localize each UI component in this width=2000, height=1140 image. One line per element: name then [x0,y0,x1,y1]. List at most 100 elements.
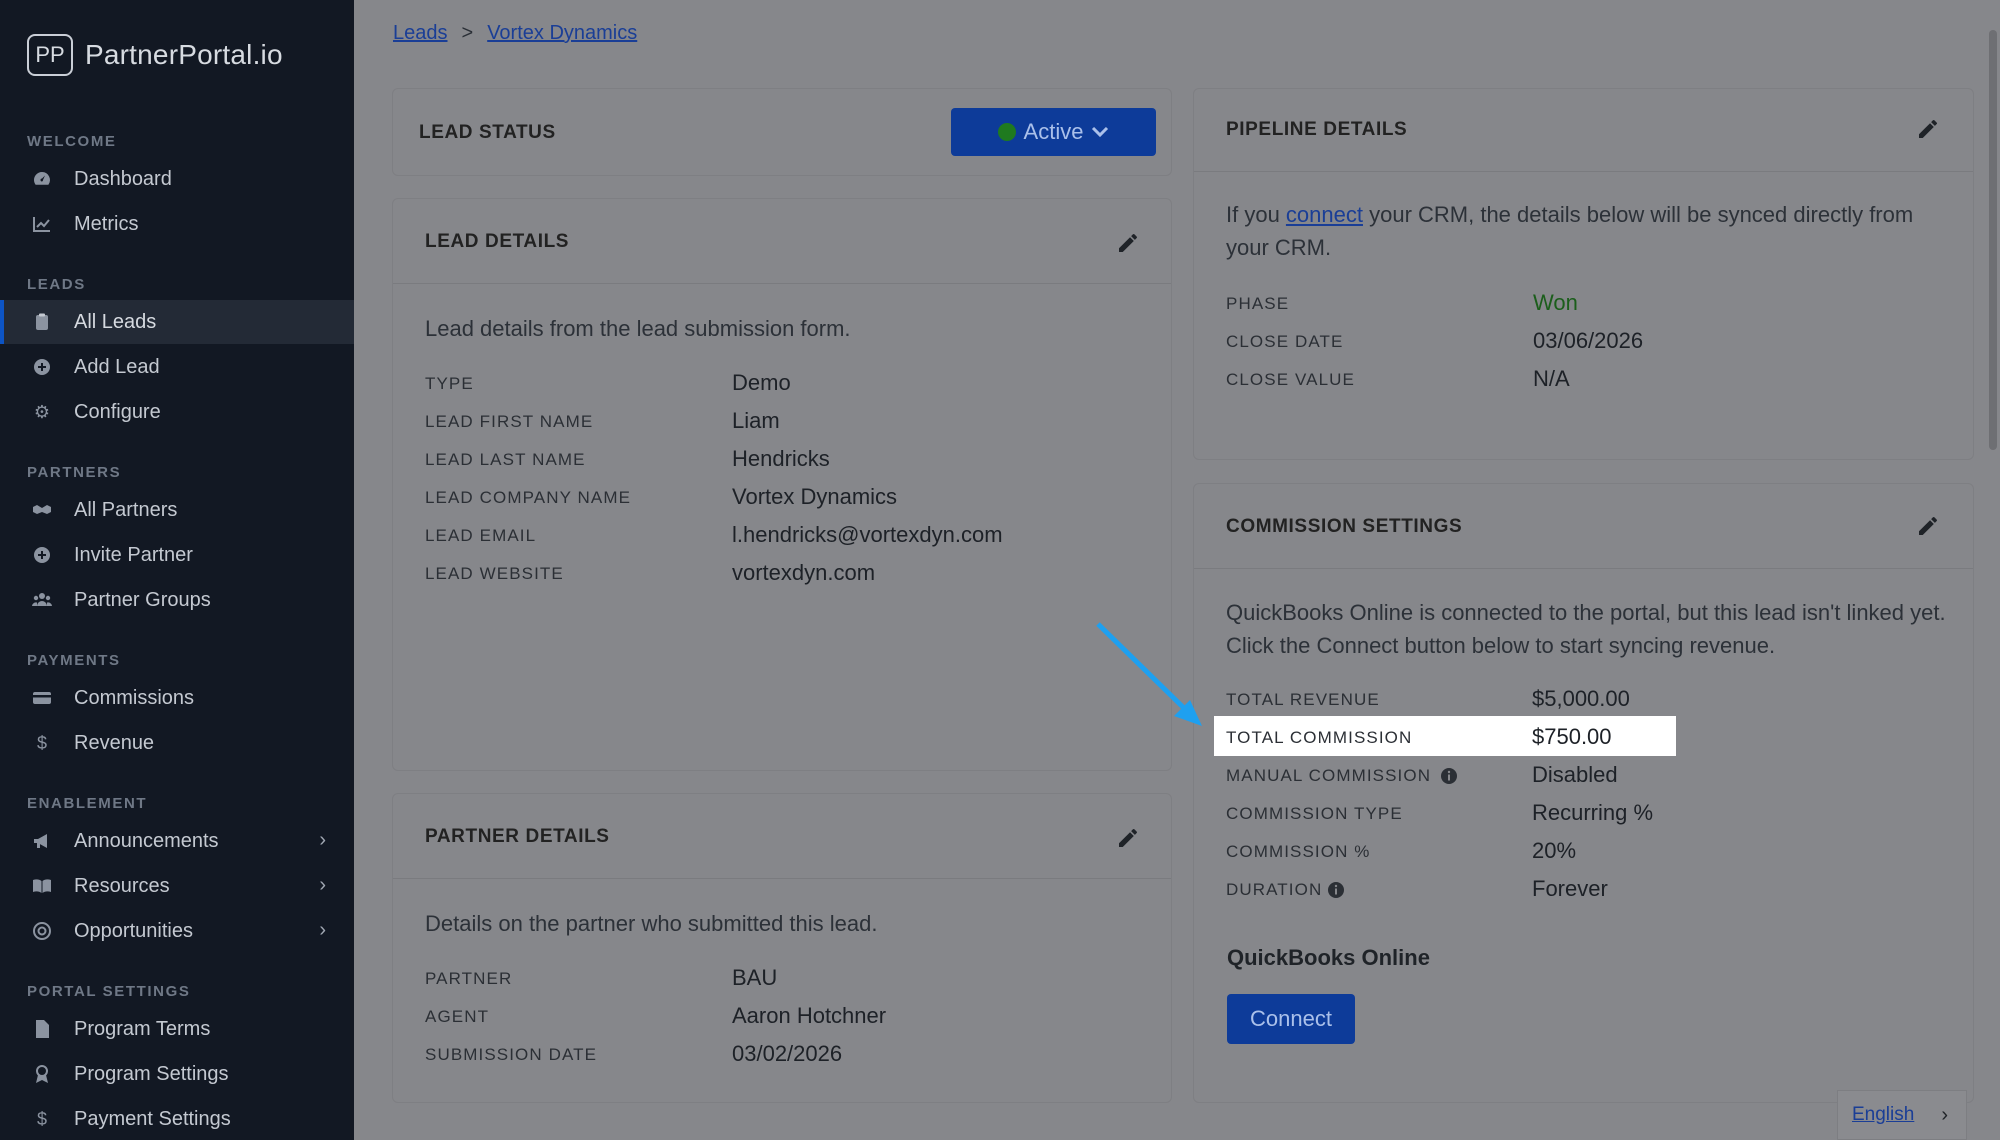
field-value: N/A [1533,366,1570,391]
sidebar-item-configure[interactable]: ⚙ Configure [0,390,354,434]
field-label: DURATION [1226,880,1323,899]
sidebar-item-label: Commissions [74,686,195,709]
target-icon [29,920,55,942]
field-value: 03/06/2026 [1533,328,1644,353]
brand-logo[interactable]: PP PartnerPortal.io [27,34,283,76]
connect-button[interactable]: Connect [1227,994,1355,1044]
sidebar-item-label: Metrics [74,212,139,235]
phase-value: Won [1533,290,1578,315]
field-value: Forever [1532,876,1608,901]
pipeline-details-card: PIPELINE DETAILS If you connect your CRM… [1193,88,1974,460]
language-selector[interactable]: English › [1837,1090,1967,1140]
field-value: Vortex Dynamics [732,484,898,509]
sidebar-item-all-partners[interactable]: All Partners [0,488,354,532]
edit-pencil-icon[interactable] [1116,826,1142,852]
info-icon[interactable] [1327,881,1345,904]
sidebar-item-label: Opportunities [74,919,193,942]
quickbooks-title: QuickBooks Online [1227,945,1430,970]
sidebar-item-resources[interactable]: Resources › [0,864,354,908]
commission-settings-title: COMMISSION SETTINGS [1226,516,1463,537]
partner-details-title: PARTNER DETAILS [425,826,610,847]
section-payments: PAYMENTS [27,652,121,669]
section-leads: LEADS [27,276,86,293]
dollar-icon: $ [36,732,47,753]
lead-status-dropdown[interactable]: Active [951,108,1156,156]
sidebar-item-label: Announcements [74,829,219,852]
sidebar-item-label: Configure [74,400,161,423]
field-value: BAU [732,965,778,990]
chart-line-icon [29,213,55,235]
sidebar-item-metrics[interactable]: Metrics [0,202,354,246]
field-label: PARTNER [425,969,513,988]
chevron-right-icon: › [319,919,326,941]
sidebar-item-label: Invite Partner [74,543,193,566]
field-label: CLOSE VALUE [1226,370,1355,389]
edit-pencil-icon[interactable] [1916,117,1942,143]
section-welcome: WELCOME [27,133,117,150]
book-icon [29,875,55,897]
section-partners: PARTNERS [27,464,122,481]
megaphone-icon [29,830,55,852]
field-label: CLOSE DATE [1226,332,1344,351]
chevron-down-icon [1091,119,1109,145]
handshake-icon [29,499,55,521]
breadcrumb: Leads > Vortex Dynamics [393,22,637,45]
breadcrumb-current[interactable]: Vortex Dynamics [487,22,637,45]
field-label: COMMISSION TYPE [1226,804,1403,823]
edit-pencil-icon[interactable] [1916,514,1942,540]
chevron-right-icon: › [319,874,326,896]
partner-details-card: PARTNER DETAILS Details on the partner w… [392,793,1172,1103]
sidebar-item-commissions[interactable]: Commissions [0,676,354,720]
breadcrumb-leads[interactable]: Leads [393,22,448,45]
sidebar-item-all-leads[interactable]: All Leads [0,300,354,344]
sidebar-item-label: Dashboard [74,167,172,190]
lead-details-card: LEAD DETAILS Lead details from the lead … [392,198,1172,771]
sidebar-item-dashboard[interactable]: Dashboard [0,157,354,201]
file-icon [29,1018,55,1040]
field-label: PHASE [1226,294,1290,313]
sidebar-item-payment-settings[interactable]: $ Payment Settings [0,1097,354,1140]
lead-status-title: LEAD STATUS [419,122,556,143]
sidebar-item-add-lead[interactable]: Add Lead [0,345,354,389]
connect-crm-link[interactable]: connect [1286,202,1363,227]
card-divider [1194,171,1973,172]
info-icon[interactable] [1440,767,1458,790]
chevron-right-icon: › [319,829,326,851]
sidebar-item-program-settings[interactable]: Program Settings [0,1052,354,1096]
logo-mark: PP [27,34,73,76]
lead-details-description: Lead details from the lead submission fo… [425,316,851,341]
field-label: LEAD EMAIL [425,526,537,545]
scrollbar-thumb[interactable] [1989,30,1997,450]
sidebar-item-label: Program Terms [74,1017,211,1040]
sidebar-item-revenue[interactable]: $ Revenue [0,721,354,765]
sidebar-item-opportunities[interactable]: Opportunities › [0,909,354,953]
breadcrumb-separator: > [461,22,474,44]
sidebar-item-label: Partner Groups [74,588,211,611]
field-label: LEAD FIRST NAME [425,412,594,431]
sidebar-item-announcements[interactable]: Announcements › [0,819,354,863]
credit-card-icon [29,687,55,709]
pipeline-details-title: PIPELINE DETAILS [1226,119,1408,140]
commission-settings-description: QuickBooks Online is connected to the po… [1226,600,1946,658]
users-icon [29,589,55,611]
field-value: Hendricks [732,446,830,471]
sidebar-item-partner-groups[interactable]: Partner Groups [0,578,354,622]
field-label: SUBMISSION DATE [425,1045,598,1064]
gear-icon: ⚙ [33,401,51,422]
lead-status-value: Active [1023,119,1084,144]
sidebar-item-label: All Partners [74,498,178,521]
edit-pencil-icon[interactable] [1116,231,1142,257]
sidebar-item-program-terms[interactable]: Program Terms [0,1007,354,1051]
sidebar-item-invite-partner[interactable]: Invite Partner [0,533,354,577]
field-label: COMMISSION % [1226,842,1371,861]
sidebar-item-label: Payment Settings [74,1107,231,1130]
field-label: AGENT [425,1007,490,1026]
total-commission-value: $750.00 [1532,724,1612,749]
desc-text: If you [1226,202,1286,227]
scrollbar[interactable] [1986,0,2000,1140]
lead-details-title: LEAD DETAILS [425,231,570,252]
field-label: MANUAL COMMISSION [1226,766,1432,785]
clipboard-icon [29,311,55,333]
pipeline-details-description: If you connect your CRM, the details bel… [1226,198,1946,264]
sidebar-item-label: All Leads [74,310,157,333]
